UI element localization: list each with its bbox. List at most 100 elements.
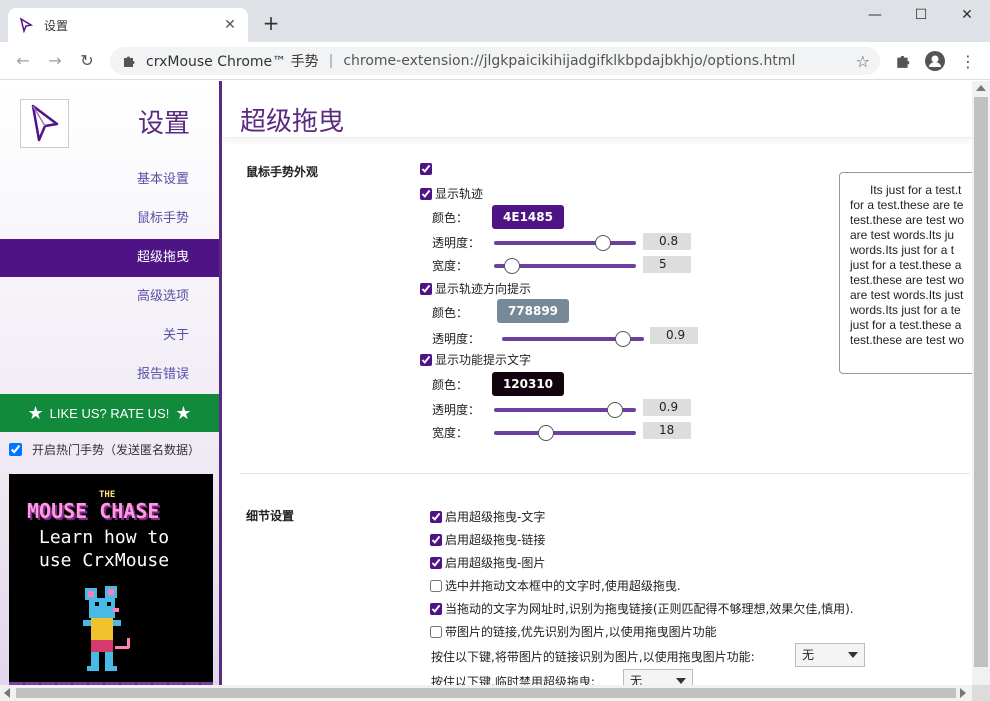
show-direction-label: 显示轨迹方向提示 xyxy=(435,282,532,296)
browser-menu-icon[interactable]: ⋮ xyxy=(958,51,978,71)
reload-button[interactable]: ↻ xyxy=(76,50,98,72)
tab-close-icon[interactable]: ✕ xyxy=(222,17,238,33)
trail-width-slider[interactable] xyxy=(494,257,636,275)
sidebar-item-mouse-gesture[interactable]: 鼠标手势 xyxy=(0,200,219,238)
slider-knob[interactable] xyxy=(615,331,632,347)
drag-textbox-label: 选中并拖动文本框中的文字时,使用超级拖曳. xyxy=(445,579,681,593)
show-direction-checkbox[interactable] xyxy=(420,282,432,295)
url-as-link-label: 当拖动的文字为网址时,识别为拖曳链接(正则匹配得不够理想,效果欠佳,慎用). xyxy=(445,602,854,616)
text-width-slider[interactable] xyxy=(494,424,636,442)
scroll-left-icon[interactable] xyxy=(4,688,10,698)
minimize-button[interactable]: — xyxy=(852,0,898,30)
show-direction-toggle[interactable]: 显示轨迹方向提示 xyxy=(420,280,531,297)
forward-button[interactable]: → xyxy=(44,50,66,72)
trail-opacity-slider[interactable] xyxy=(494,234,636,252)
show-trail-toggle[interactable]: 显示轨迹 xyxy=(420,185,483,202)
direction-opacity-value[interactable]: 0.9 xyxy=(650,327,698,344)
text-opacity-slider[interactable] xyxy=(494,401,636,419)
browser-tab[interactable]: 设置 ✕ xyxy=(8,8,248,42)
direction-opacity-slider[interactable] xyxy=(502,330,644,348)
trail-width-value[interactable]: 5 xyxy=(643,256,691,273)
site-name: crxMouse Chrome™ 手势 xyxy=(146,54,319,70)
hot-gestures-label: 开启热门手势（发送匿名数据） xyxy=(32,443,201,457)
image-link-priority-toggle[interactable]: 带图片的链接,优先识别为图片,以使用拖曳图片功能 xyxy=(430,623,717,640)
trail-preview-box: Its just for a test.t for a test.these a… xyxy=(839,172,972,374)
pixel-mouse-icon xyxy=(83,586,130,671)
cursor-logo-icon xyxy=(31,104,59,142)
horizontal-scrollbar[interactable] xyxy=(0,685,972,701)
drag-image-toggle[interactable]: 启用超级拖曳-图片 xyxy=(430,554,545,571)
text-opacity-value[interactable]: 0.9 xyxy=(643,399,691,416)
show-trail-checkbox[interactable] xyxy=(420,187,432,200)
disable-drag-key-select[interactable]: 无 xyxy=(623,669,693,685)
crxmouse-favicon-icon xyxy=(19,17,34,33)
profile-avatar-icon[interactable] xyxy=(925,51,945,71)
drag-link-checkbox[interactable] xyxy=(430,533,442,546)
sidebar-item-about[interactable]: 关于 xyxy=(0,317,219,355)
section-divider xyxy=(240,473,970,474)
extensions-icon[interactable] xyxy=(893,51,913,71)
drag-textbox-checkbox[interactable] xyxy=(430,579,442,592)
direction-opacity-label: 透明度： xyxy=(432,332,481,346)
sidebar-item-super-drag[interactable]: 超级拖曳 xyxy=(0,239,219,277)
main-content: 超级拖曳 鼠标手势外观 显示轨迹 颜色： 4E1485 透明度： 0.8 宽度：… xyxy=(222,81,972,685)
page-title: 超级拖曳 xyxy=(240,107,345,137)
image-link-priority-checkbox[interactable] xyxy=(430,625,442,638)
show-text-toggle[interactable]: 显示功能提示文字 xyxy=(420,351,531,368)
sidebar-item-report-bug[interactable]: 报告错误 xyxy=(0,356,219,394)
horizontal-scroll-thumb[interactable] xyxy=(16,688,956,698)
hot-gestures-toggle[interactable]: 开启热门手势（发送匿名数据） xyxy=(9,441,200,458)
image-link-key-label: 按住以下键,将带图片的链接识别为图片,以使用拖曳图片功能: xyxy=(431,650,755,664)
slider-knob[interactable] xyxy=(607,402,624,418)
trail-opacity-value[interactable]: 0.8 xyxy=(643,233,691,250)
sidebar-item-advanced[interactable]: 高级选项 xyxy=(0,278,219,316)
scroll-up-icon[interactable] xyxy=(976,85,986,91)
chevron-down-icon xyxy=(848,652,858,658)
tab-strip: 设置 ✕ + — ☐ ✕ xyxy=(0,0,990,42)
new-tab-button[interactable]: + xyxy=(260,12,282,34)
url-text: chrome-extension://jlgkpaicikihijadgifkl… xyxy=(343,53,796,69)
appearance-enable-toggle[interactable] xyxy=(420,163,435,175)
slider-knob[interactable] xyxy=(504,258,521,274)
image-link-key-select[interactable]: 无 xyxy=(795,643,865,667)
slider-knob[interactable] xyxy=(594,235,611,251)
url-as-link-toggle[interactable]: 当拖动的文字为网址时,识别为拖曳链接(正则匹配得不够理想,效果欠佳,慎用). xyxy=(430,600,854,617)
text-width-value[interactable]: 18 xyxy=(643,422,691,439)
drag-link-toggle[interactable]: 启用超级拖曳-链接 xyxy=(430,531,545,548)
vertical-scrollbar[interactable] xyxy=(972,81,990,685)
close-window-button[interactable]: ✕ xyxy=(944,0,990,30)
url-as-link-checkbox[interactable] xyxy=(430,602,442,615)
drag-image-checkbox[interactable] xyxy=(430,556,442,569)
appearance-enable-checkbox[interactable] xyxy=(420,163,432,175)
hot-gestures-checkbox[interactable] xyxy=(9,443,22,456)
scrollbar-corner xyxy=(972,685,990,701)
scroll-right-icon[interactable] xyxy=(960,688,966,698)
sidebar: 设置 基本设置 鼠标手势 超级拖曳 高级选项 关于 报告错误 ★ LIKE US… xyxy=(0,81,222,701)
appearance-section-label: 鼠标手势外观 xyxy=(246,165,319,179)
maximize-button[interactable]: ☐ xyxy=(898,0,944,30)
text-width-label: 宽度： xyxy=(432,426,469,440)
slider-track xyxy=(494,431,636,435)
drag-text-toggle[interactable]: 启用超级拖曳-文字 xyxy=(430,508,545,525)
slider-knob[interactable] xyxy=(537,425,554,441)
rate-us-label: LIKE US? RATE US! xyxy=(49,405,170,421)
vertical-scroll-thumb[interactable] xyxy=(974,97,988,667)
address-bar[interactable]: crxMouse Chrome™ 手势 | chrome-extension:/… xyxy=(110,47,880,75)
back-button[interactable]: ← xyxy=(12,50,34,72)
trail-opacity-label: 透明度： xyxy=(432,236,481,250)
drag-textbox-toggle[interactable]: 选中并拖动文本框中的文字时,使用超级拖曳. xyxy=(430,577,681,594)
slider-track xyxy=(494,241,636,245)
drag-text-label: 启用超级拖曳-文字 xyxy=(445,510,546,524)
mouse-chase-promo[interactable]: THE MOUSE CHASE Learn how to use CrxMous… xyxy=(9,474,213,694)
show-text-checkbox[interactable] xyxy=(420,353,432,366)
details-section-label: 细节设置 xyxy=(246,509,295,523)
drag-text-checkbox[interactable] xyxy=(430,510,442,523)
rate-us-button[interactable]: ★ LIKE US? RATE US! ★ xyxy=(0,394,219,432)
direction-color-swatch[interactable]: 778899 xyxy=(497,299,569,323)
text-color-swatch[interactable]: 120310 xyxy=(492,372,564,396)
sidebar-item-basic[interactable]: 基本设置 xyxy=(0,161,219,199)
extension-puzzle-icon xyxy=(124,56,135,67)
chevron-down-icon xyxy=(676,678,686,684)
bookmark-star-icon[interactable]: ☆ xyxy=(856,52,870,71)
trail-color-swatch[interactable]: 4E1485 xyxy=(492,205,564,229)
